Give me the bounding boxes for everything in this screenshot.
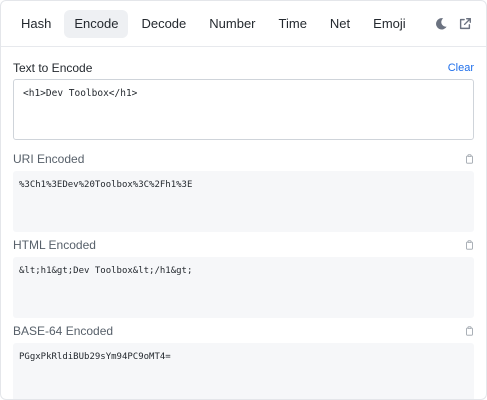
base64-section: BASE-64 Encoded PGgxPkRldiBUb29sYm94PC9o…: [13, 322, 474, 399]
external-link-icon[interactable]: [458, 17, 472, 31]
base64-output[interactable]: PGgxPkRldiBUb29sYm94PC9oMT4=: [13, 343, 474, 399]
html-output[interactable]: &lt;h1&gt;Dev Toolbox&lt;/h1&gt;: [13, 257, 474, 318]
tab-time[interactable]: Time: [269, 10, 317, 38]
copy-icon[interactable]: [465, 154, 474, 164]
uri-label: URI Encoded: [13, 152, 85, 166]
base64-label: BASE-64 Encoded: [13, 324, 114, 338]
top-nav: Hash Encode Decode Number Time Net Emoji: [1, 1, 486, 47]
html-section: HTML Encoded &lt;h1&gt;Dev Toolbox&lt;/h…: [13, 236, 474, 318]
tab-number[interactable]: Number: [199, 10, 265, 38]
encode-panel: Text to Encode Clear <h1>Dev Toolbox</h1…: [1, 47, 486, 399]
copy-icon[interactable]: [465, 326, 474, 336]
tab-net[interactable]: Net: [320, 10, 360, 38]
input-label: Text to Encode: [13, 61, 93, 75]
html-label: HTML Encoded: [13, 238, 96, 252]
clear-button[interactable]: Clear: [448, 62, 474, 74]
tab-encode[interactable]: Encode: [64, 9, 129, 38]
tab-decode[interactable]: Decode: [131, 10, 196, 38]
app-window: Hash Encode Decode Number Time Net Emoji…: [0, 0, 487, 400]
input-section: Text to Encode Clear <h1>Dev Toolbox</h1…: [13, 59, 474, 140]
uri-section: URI Encoded %3Ch1%3EDev%20Toolbox%3C%2Fh…: [13, 150, 474, 232]
copy-icon[interactable]: [465, 240, 474, 250]
moon-icon[interactable]: [434, 17, 448, 31]
text-to-encode-input[interactable]: <h1>Dev Toolbox</h1>: [13, 79, 474, 140]
tab-hash[interactable]: Hash: [11, 10, 61, 38]
nav-actions: [434, 17, 476, 31]
uri-output[interactable]: %3Ch1%3EDev%20Toolbox%3C%2Fh1%3E: [13, 171, 474, 232]
tab-emoji[interactable]: Emoji: [363, 10, 416, 38]
